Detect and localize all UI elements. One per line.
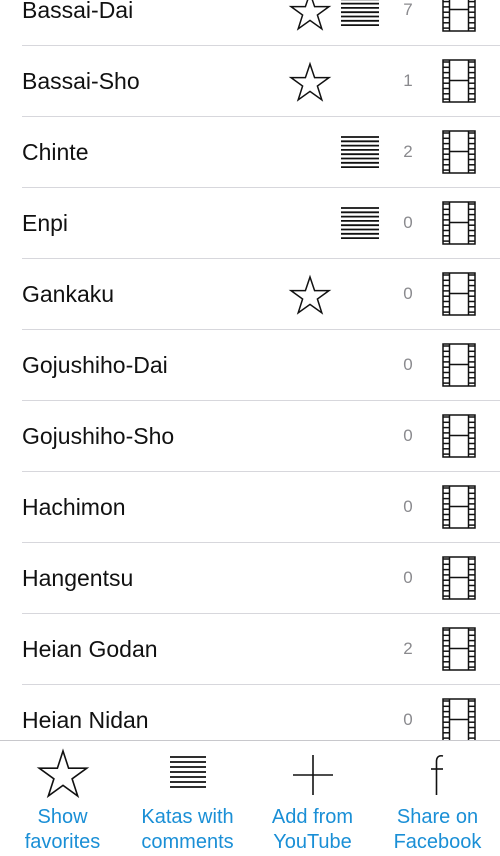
lines-icon[interactable] (340, 134, 380, 170)
film-icon[interactable] (442, 627, 476, 671)
add-from-youtube-button[interactable]: Add from YouTube (250, 741, 375, 856)
video-count: 2 (403, 142, 413, 161)
kata-row[interactable]: Hachimon 0 (22, 472, 500, 543)
film-icon[interactable] (442, 0, 476, 32)
kata-row[interactable]: Bassai-Sho 1 (22, 46, 500, 117)
video-count: 0 (403, 355, 413, 374)
kata-name: Bassai-Dai (22, 0, 134, 23)
film-icon[interactable] (442, 272, 476, 316)
kata-row[interactable]: Enpi 0 (22, 188, 500, 259)
video-count: 0 (403, 284, 413, 303)
video-count: 0 (403, 213, 413, 232)
kata-name: Gankaku (22, 281, 115, 307)
show-favorites-label: Show favorites (24, 806, 101, 853)
kata-row[interactable]: Gojushiho-Dai 0 (22, 330, 500, 401)
star-icon[interactable] (288, 61, 332, 103)
show-favorites-button[interactable]: Show favorites (0, 741, 125, 856)
video-count: 0 (403, 497, 413, 516)
kata-row[interactable]: Chinte 2 (22, 117, 500, 188)
video-count: 7 (403, 0, 413, 19)
kata-row[interactable]: Heian Godan 2 (22, 614, 500, 685)
katas-with-comments-button[interactable]: Katas with comments (125, 741, 250, 856)
kata-list-screen: Bassai-Dai 7 Bassai-Sho 1 Chinte 2 Enpi 0 Gankak… (0, 0, 500, 856)
kata-name: Enpi (22, 210, 69, 236)
share-on-facebook-button[interactable]: Share on Facebook (375, 741, 500, 856)
film-icon[interactable] (442, 414, 476, 458)
kata-name: Hachimon (22, 494, 126, 520)
kata-row[interactable]: Bassai-Dai 7 (22, 0, 500, 46)
bottom-toolbar: Show favorites Katas with comments Add f… (0, 740, 500, 856)
kata-row[interactable]: Gojushiho-Sho 0 (22, 401, 500, 472)
film-icon[interactable] (442, 59, 476, 103)
film-icon[interactable] (442, 485, 476, 529)
film-icon[interactable] (442, 698, 476, 742)
add-from-youtube-label: Add from YouTube (271, 806, 354, 853)
video-count: 1 (403, 71, 413, 90)
kata-name: Bassai-Sho (22, 68, 140, 94)
share-on-facebook-label: Share on Facebook (393, 806, 482, 853)
kata-row[interactable]: Gankaku 0 (22, 259, 500, 330)
video-count: 0 (403, 426, 413, 445)
star-icon (36, 748, 89, 799)
film-icon[interactable] (442, 130, 476, 174)
kata-name: Gojushiho-Dai (22, 352, 168, 378)
kata-list[interactable]: Bassai-Dai 7 Bassai-Sho 1 Chinte 2 Enpi 0 Gankak… (0, 0, 500, 756)
kata-row[interactable]: Hangentsu 0 (22, 543, 500, 614)
lines-icon[interactable] (340, 0, 380, 28)
star-icon[interactable] (288, 0, 332, 32)
kata-name: Heian Godan (22, 636, 158, 662)
lines-icon[interactable] (340, 205, 380, 241)
video-count: 0 (403, 568, 413, 587)
plus-icon (292, 755, 333, 795)
kata-name: Chinte (22, 139, 89, 165)
film-icon[interactable] (442, 343, 476, 387)
lines-icon (169, 756, 206, 788)
film-icon[interactable] (442, 201, 476, 245)
facebook-f-icon (430, 754, 443, 795)
film-icon[interactable] (442, 556, 476, 600)
star-icon[interactable] (288, 274, 332, 316)
kata-name: Hangentsu (22, 565, 134, 591)
kata-name: Gojushiho-Sho (22, 423, 175, 449)
video-count: 2 (403, 639, 413, 658)
katas-with-comments-label: Katas with comments (141, 806, 234, 853)
